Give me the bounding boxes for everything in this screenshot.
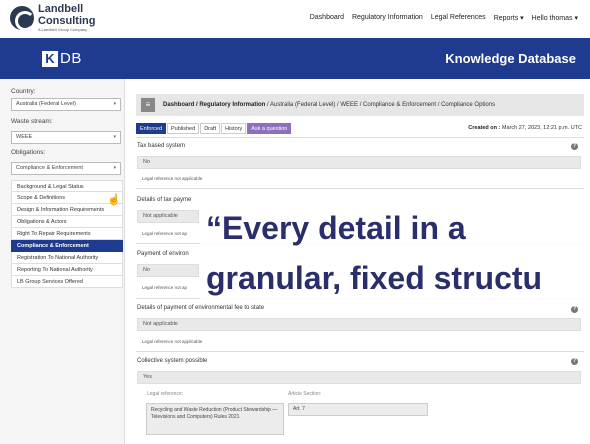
obligations-label: Obligations: [11, 149, 46, 156]
status-tabs: Enforced Published Draft History Ask a q… [136, 123, 292, 134]
tab-draft[interactable]: Draft [200, 123, 221, 134]
logo-name-line2: Consulting [38, 15, 96, 27]
nav-dashboard[interactable]: Dashboard [310, 14, 344, 22]
article-section-value: Art. 7 [288, 403, 428, 416]
legal-reference-value[interactable]: Recycling and Waste Reduction (Product S… [146, 403, 284, 435]
nav-links: Dashboard Regulatory Information Legal R… [310, 14, 578, 22]
landbell-logo-icon [10, 6, 35, 31]
help-icon[interactable]: ? [571, 143, 578, 150]
chevron-down-icon: ▾ [574, 15, 578, 22]
nav-reports[interactable]: Reports ▾ [494, 14, 524, 22]
help-icon[interactable]: ? [571, 306, 578, 313]
country-select[interactable]: Australia (Federal Level) ▾ [11, 98, 121, 111]
details-tax-title: Details of tax payme [137, 197, 192, 203]
tab-enforced[interactable]: Enforced [136, 123, 167, 134]
menu-item-registration[interactable]: Registration To National Authority [11, 252, 123, 264]
details-payment-title: Details of payment of environmental fee … [137, 305, 265, 311]
menu-item-lb-services[interactable]: LB Group Services Offered [11, 276, 123, 288]
payment-value: No [137, 264, 199, 277]
menu-item-background[interactable]: Background & Legal Status [11, 180, 123, 192]
help-icon[interactable]: ? [571, 358, 578, 365]
divider [136, 351, 584, 352]
chevron-down-icon: ▾ [113, 101, 116, 107]
tax-based-title: Tax based system [137, 143, 186, 149]
logo-subtitle: A Landbell Group Company [38, 27, 88, 32]
nav-regulatory-information[interactable]: Regulatory Information [352, 14, 423, 22]
page-title: Knowledge Database [445, 51, 576, 66]
waste-stream-label: Waste stream: [11, 118, 53, 125]
menu-toggle-icon[interactable]: ≡ [141, 98, 155, 112]
quote-line-2: granular, fixed structu [206, 260, 543, 296]
details-tax-value: Not applicable [137, 210, 199, 223]
hand-cursor-icon: ☝ [107, 194, 121, 206]
top-navbar: Landbell Consulting A Landbell Group Com… [0, 0, 590, 38]
chevron-down-icon: ▾ [113, 165, 116, 171]
landbell-logo[interactable]: Landbell Consulting A Landbell Group Com… [10, 4, 95, 32]
collective-title: Collective system possible [137, 358, 208, 364]
tab-published[interactable]: Published [167, 123, 200, 134]
legal-note: Legal reference not ap [142, 285, 188, 290]
details-payment-value: Not applicable [137, 318, 581, 331]
menu-item-compliance[interactable]: Compliance & Enforcement [11, 240, 123, 252]
legal-reference-label: Legal reference: [147, 391, 184, 397]
menu-item-right-to-repair[interactable]: Right To Repair Requirements [11, 228, 123, 240]
quote-line-1: “Every detail in a [206, 210, 466, 246]
chevron-down-icon: ▾ [520, 15, 524, 22]
menu-item-obligations[interactable]: Obligations & Actors [11, 216, 123, 228]
breadcrumb-root[interactable]: Dashboard / Regulatory Information [163, 102, 265, 108]
breadcrumb-path: / Australia (Federal Level) / WEEE / Com… [265, 102, 496, 108]
article-section-label: Article Section: [288, 391, 322, 397]
divider [136, 188, 584, 189]
collective-value: Yes [137, 371, 581, 384]
nav-legal-references[interactable]: Legal References [431, 14, 486, 22]
created-on: Created on : March 27, 2023, 12:21 p.m. … [468, 125, 582, 131]
kdb-logo-k: K [42, 50, 58, 67]
kdb-logo[interactable]: K DB [42, 50, 82, 67]
legal-note: Legal reference not ap [142, 231, 188, 236]
waste-stream-select[interactable]: WEEE ▾ [11, 131, 121, 144]
country-label: Country: [11, 88, 36, 95]
tab-history[interactable]: History [221, 123, 247, 134]
legal-note: Legal reference not applicable [142, 339, 203, 344]
tax-based-value: No [137, 156, 581, 169]
menu-item-reporting[interactable]: Reporting To National Authority [11, 264, 123, 276]
logo-name-line1: Landbell [38, 3, 84, 15]
divider [136, 137, 584, 138]
nav-user-menu[interactable]: Hello thomas ▾ [532, 14, 578, 22]
chevron-down-icon: ▾ [113, 134, 116, 140]
obligations-select[interactable]: Compliance & Enforcement ▾ [11, 162, 121, 175]
breadcrumb: ≡ Dashboard / Regulatory Information / A… [136, 94, 584, 116]
payment-title: Payment of environ [137, 251, 189, 257]
kdb-logo-db: DB [60, 50, 82, 67]
ask-question-button[interactable]: Ask a question [247, 123, 292, 134]
legal-note: Legal reference not applicable [142, 176, 203, 181]
